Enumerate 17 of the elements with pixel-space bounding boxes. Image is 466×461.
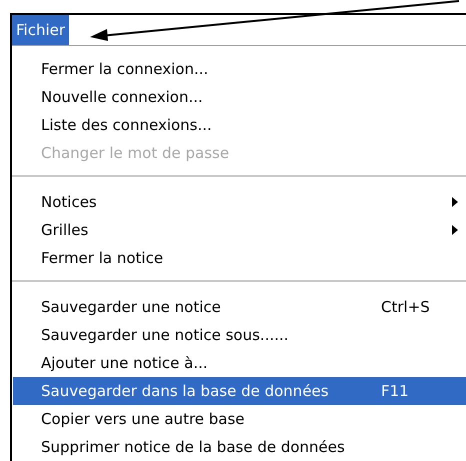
- menu-item[interactable]: Sauvegarder une notice sous......: [13, 321, 466, 349]
- menu-item[interactable]: Grilles: [13, 216, 466, 244]
- menu-item[interactable]: Fermer la notice: [13, 244, 466, 272]
- menu-item[interactable]: Supprimer notice de la base de données: [13, 433, 466, 461]
- menu-item[interactable]: Fermer la connexion...: [13, 55, 466, 83]
- menu-bar-item[interactable]: Fichier: [12, 15, 70, 45]
- shortcut-label: Ctrl+S: [381, 296, 430, 318]
- menu-item[interactable]: Ajouter une notice à...: [13, 349, 466, 377]
- submenu-arrow-icon: [452, 225, 458, 235]
- menu-item[interactable]: Sauvegarder dans la base de données F11: [13, 377, 466, 405]
- menu-item[interactable]: Nouvelle connexion...: [13, 83, 466, 111]
- menu-item[interactable]: Sauvegarder une notice Ctrl+S: [13, 293, 466, 321]
- submenu-arrow-icon: [452, 197, 458, 207]
- menu-item[interactable]: Liste des connexions...: [13, 111, 466, 139]
- shortcut-label: F11: [381, 380, 409, 402]
- menu-item[interactable]: Copier vers une autre base: [13, 405, 466, 433]
- menu-item[interactable]: Notices: [13, 188, 466, 216]
